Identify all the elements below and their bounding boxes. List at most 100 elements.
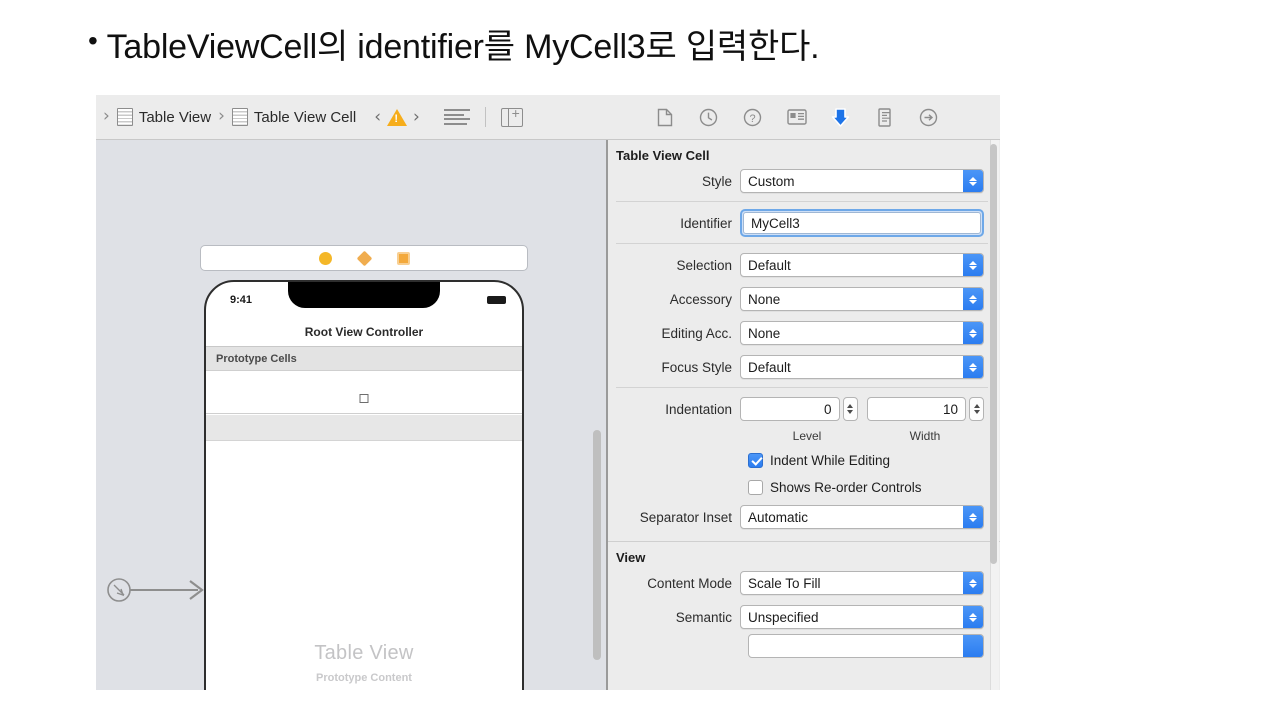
indentation-width-stepper[interactable]: 10 xyxy=(867,397,985,421)
table-view-placeholder-title: Table View xyxy=(206,642,522,665)
view-controller-icon[interactable] xyxy=(319,252,332,265)
scene-dock[interactable] xyxy=(200,245,528,271)
align-lines-icon[interactable] xyxy=(444,109,470,125)
table-icon xyxy=(117,108,133,126)
size-inspector-icon[interactable] xyxy=(874,106,895,128)
canvas-scrollbar[interactable] xyxy=(593,430,601,660)
quick-help-inspector-icon[interactable] xyxy=(698,106,719,128)
popup-semantic[interactable]: Unspecified xyxy=(740,605,984,629)
row-divider xyxy=(616,243,988,244)
row-divider xyxy=(616,387,988,388)
row-accessory: Accessory None xyxy=(608,285,1000,313)
indentation-fields: 0 10 xyxy=(740,397,984,421)
label-shows-reorder-controls: Shows Re-order Controls xyxy=(770,480,922,495)
cell-selection-handle[interactable] xyxy=(360,394,369,403)
exit-icon[interactable] xyxy=(397,252,410,265)
slide-heading-text: TableViewCell의 identifier를 MyCell3로 입력한다… xyxy=(107,19,820,68)
popup-partially-visible[interactable] xyxy=(748,634,984,658)
next-issue-button[interactable]: › xyxy=(413,107,420,127)
identifier-input[interactable]: MyCell3 xyxy=(743,212,981,234)
prototype-cell[interactable] xyxy=(206,372,522,414)
help-inspector-icon[interactable]: ? xyxy=(742,106,763,128)
device-preview[interactable]: 9:41 Root View Controller Prototype Cell… xyxy=(204,280,524,690)
warning-triangle-icon[interactable] xyxy=(387,109,407,126)
slide-heading: • TableViewCell의 identifier를 MyCell3로 입력… xyxy=(88,12,1188,74)
checkbox-shows-reorder-controls[interactable] xyxy=(748,480,763,495)
label-content-mode: Content Mode xyxy=(608,576,740,591)
popup-content-mode[interactable]: Scale To Fill xyxy=(740,571,984,595)
inspector-selector-bar: ? xyxy=(608,95,1000,139)
attributes-inspector-icon[interactable] xyxy=(830,106,851,128)
chevron-updown-icon[interactable] xyxy=(963,254,983,276)
storyboard-entry-point-arrow xyxy=(104,575,209,605)
popup-focus-style-value: Default xyxy=(748,360,791,375)
label-editing-accessory: Editing Acc. xyxy=(608,326,740,341)
checkbox-row-indent-while-editing[interactable]: Indent While Editing xyxy=(748,449,984,471)
connections-inspector-icon[interactable] xyxy=(918,106,939,128)
popup-style-value: Custom xyxy=(748,174,795,189)
row-identifier: Identifier MyCell3 xyxy=(608,209,1000,237)
label-semantic: Semantic xyxy=(608,610,740,625)
file-inspector-icon[interactable] xyxy=(654,106,675,128)
previous-issue-button[interactable]: ‹ xyxy=(374,107,381,127)
stepper-arrows-icon[interactable] xyxy=(969,397,984,421)
popup-separator-inset[interactable]: Automatic xyxy=(740,505,984,529)
popup-accessory[interactable]: None xyxy=(740,287,984,311)
label-separator-inset: Separator Inset xyxy=(608,510,740,525)
sublabel-level: Level xyxy=(748,429,866,443)
chevron-updown-icon[interactable] xyxy=(963,572,983,594)
row-partially-visible xyxy=(608,637,1000,655)
popup-selection[interactable]: Default xyxy=(740,253,984,277)
row-focus-style: Focus Style Default xyxy=(608,353,1000,381)
inspector-scrollbar-track[interactable] xyxy=(990,140,999,690)
row-selection: Selection Default xyxy=(608,251,1000,279)
popup-selection-value: Default xyxy=(748,258,791,273)
attributes-inspector-panel: Table View Cell Style Custom Identifier … xyxy=(608,140,1000,690)
indentation-sublabels: Level Width xyxy=(748,429,984,443)
popup-style[interactable]: Custom xyxy=(740,169,984,193)
stepper-arrows-icon[interactable] xyxy=(843,397,858,421)
popup-semantic-value: Unspecified xyxy=(748,610,819,625)
chevron-updown-icon[interactable] xyxy=(963,635,983,657)
label-selection: Selection xyxy=(608,258,740,273)
chevron-updown-icon[interactable] xyxy=(963,322,983,344)
identity-inspector-icon[interactable] xyxy=(786,106,807,128)
chevron-updown-icon[interactable] xyxy=(963,288,983,310)
breadcrumb-label-table-view-cell: Table View Cell xyxy=(254,109,356,126)
xcode-screenshot-window: › Table View › Table View Cell ‹ › xyxy=(96,95,1000,690)
checkbox-row-shows-reorder-controls[interactable]: Shows Re-order Controls xyxy=(748,476,984,498)
popup-accessory-value: None xyxy=(748,292,780,307)
row-editing-accessory: Editing Acc. None xyxy=(608,319,1000,347)
panel-add-icon[interactable] xyxy=(501,108,523,127)
table-view-placeholder-subtitle: Prototype Content xyxy=(206,672,522,684)
popup-editing-accessory[interactable]: None xyxy=(740,321,984,345)
inspector-scrollbar-thumb[interactable] xyxy=(990,144,997,564)
issue-navigation-group: ‹ › xyxy=(374,107,420,127)
storyboard-canvas[interactable]: 9:41 Root View Controller Prototype Cell… xyxy=(96,140,608,690)
indentation-width-input[interactable]: 10 xyxy=(867,397,967,421)
breadcrumb-label-table-view: Table View xyxy=(139,109,211,126)
checkbox-indent-while-editing[interactable] xyxy=(748,453,763,468)
popup-focus-style[interactable]: Default xyxy=(740,355,984,379)
svg-text:?: ? xyxy=(749,113,755,125)
indentation-level-stepper[interactable]: 0 xyxy=(740,397,858,421)
row-style: Style Custom xyxy=(608,167,1000,195)
breadcrumb-item-table-view-cell[interactable]: Table View Cell xyxy=(230,107,358,127)
chevron-updown-icon[interactable] xyxy=(963,170,983,192)
indentation-level-input[interactable]: 0 xyxy=(740,397,840,421)
section-title-view: View xyxy=(608,542,1000,569)
jump-bar: › Table View › Table View Cell ‹ › xyxy=(96,95,608,139)
jump-bar-separator-1: › xyxy=(215,106,228,128)
label-indentation: Indentation xyxy=(608,402,740,417)
section-title-table-view-cell: Table View Cell xyxy=(608,140,1000,167)
popup-content-mode-value: Scale To Fill xyxy=(748,576,821,591)
breadcrumb-item-table-view[interactable]: Table View xyxy=(115,107,213,127)
row-content-mode: Content Mode Scale To Fill xyxy=(608,569,1000,597)
label-identifier: Identifier xyxy=(608,216,740,231)
first-responder-icon[interactable] xyxy=(356,250,372,266)
chevron-updown-icon[interactable] xyxy=(963,356,983,378)
status-bar-time: 9:41 xyxy=(230,294,252,306)
chevron-updown-icon[interactable] xyxy=(963,606,983,628)
chevron-updown-icon[interactable] xyxy=(963,506,983,528)
row-indentation: Indentation 0 10 xyxy=(608,395,1000,423)
